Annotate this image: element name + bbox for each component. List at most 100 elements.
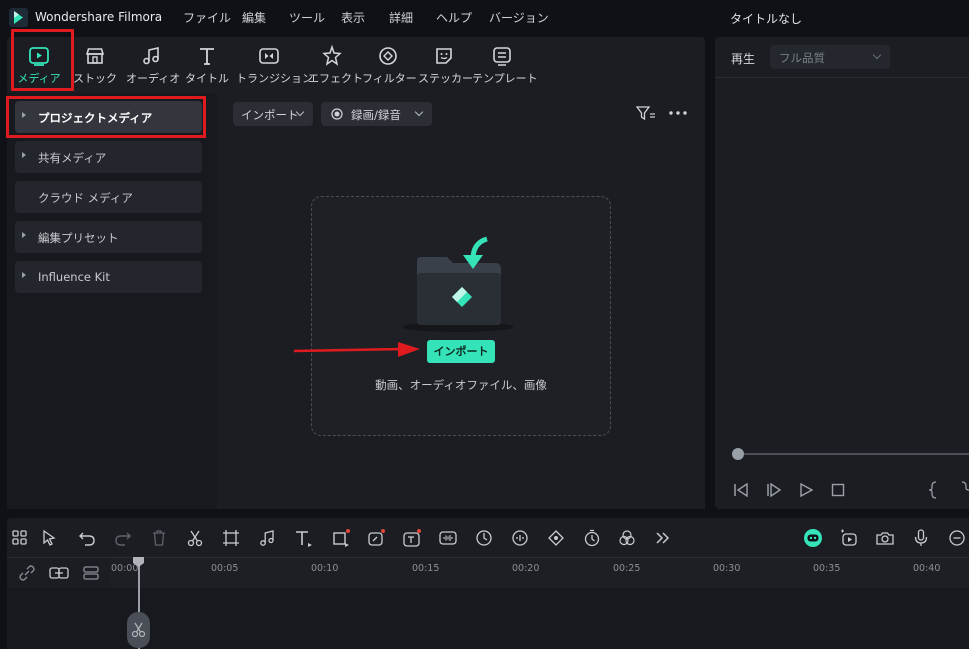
ruler-tick-label: 00:15 [412,563,440,574]
expand-arrow-icon [22,152,26,158]
speed-icon[interactable] [474,528,494,548]
annotation-arrow-icon [294,340,422,360]
undo-icon[interactable] [77,528,97,548]
sidebar-item-label: Influence Kit [38,270,110,284]
snapshot-camera-icon[interactable] [875,528,895,548]
sidebar-item-edit-presets[interactable]: 編集プリセット [15,221,202,253]
cut-scissors-icon[interactable] [185,528,205,548]
tab-stock-label: ストック [73,72,117,85]
menu-edit[interactable]: 編集 [242,9,266,26]
split-scissors-icon [131,622,146,638]
timeline-track-area[interactable] [7,588,969,649]
menu-view[interactable]: 表示 [341,9,365,26]
voice-change-icon[interactable] [510,528,530,548]
color-match-icon[interactable] [617,528,637,548]
menu-help[interactable]: ヘルプ [436,9,472,26]
tab-stock[interactable]: ストック [72,42,118,90]
preview-progress-handle[interactable] [732,448,744,460]
stop-icon[interactable] [831,483,845,497]
tab-template[interactable]: テンプレート [472,42,538,90]
sidebar-item-label: クラウド メディア [38,191,133,205]
playhead-split-handle[interactable] [127,612,150,648]
audio-edit-icon[interactable] [257,528,277,548]
menu-version[interactable]: バージョン [489,9,549,26]
record-dropdown[interactable]: 録画/録音 [321,102,432,126]
more-tools-chevron-icon[interactable] [653,528,673,548]
player-label: 再生 [731,52,756,66]
timer-icon[interactable] [582,528,602,548]
tab-effect[interactable]: エフェクト [308,42,363,90]
sidebar-item-influence-kit[interactable]: Influence Kit [15,261,202,293]
filter-sort-icon[interactable] [636,105,656,121]
preview-panel [715,37,969,509]
unlink-icon[interactable] [18,564,36,582]
mark-in-icon[interactable] [928,481,938,499]
track-manage-icon[interactable] [82,565,100,581]
ruler-tick-label: 00:40 [913,563,941,574]
tab-sticker[interactable]: ステッカー [418,42,473,90]
shape-tool-icon[interactable] [331,528,351,548]
audio-waveform-icon[interactable] [438,528,458,548]
tab-title[interactable]: タイトル [184,42,230,90]
more-options-icon[interactable] [669,111,687,115]
sidebar-item-label: 共有メディア [38,151,107,165]
preview-progress-track[interactable] [737,453,969,455]
text-tool-icon[interactable] [293,528,313,548]
sidebar-item-shared-media[interactable]: 共有メディア [15,141,202,173]
menu-tools[interactable]: ツール [289,9,325,26]
sidebar-item-label: 編集プリセット [38,231,119,245]
ruler-tick-label: 00:05 [211,563,239,574]
microphone-icon[interactable] [911,528,931,548]
effect-icon [320,44,344,68]
tab-title-label: タイトル [185,72,229,85]
project-media-highlight-box [6,96,206,138]
ai-text-icon[interactable] [402,528,422,548]
sidebar-item-cloud-media[interactable]: クラウド メディア [15,181,202,213]
import-dropdown-label: インポート [241,108,299,122]
sticker-icon [432,44,456,68]
project-title: タイトルなし [730,12,803,26]
play-icon[interactable] [799,483,813,497]
ruler-tick-label: 00:35 [813,563,841,574]
ruler-tick-label: 00:00 [111,563,139,574]
select-pointer-icon[interactable] [40,528,60,548]
tab-filter[interactable]: フィルター [362,42,417,90]
ruler-tick-label: 00:30 [713,563,741,574]
app-name: Wondershare Filmora [35,10,163,24]
next-frame-icon[interactable] [766,483,782,497]
layout-grid-icon[interactable] [10,528,30,548]
link-track-icon[interactable] [49,565,69,581]
tab-sticker-label: ステッカー [418,72,473,85]
redo-icon[interactable] [113,528,133,548]
zoom-out-icon[interactable] [947,528,967,548]
title-icon [195,44,219,68]
mark-out-icon[interactable] [961,481,969,499]
tab-audio-label: オーディオ [126,72,181,85]
previous-frame-icon[interactable] [733,483,749,497]
tab-audio[interactable]: オーディオ [126,42,181,90]
ai-assistant-icon[interactable] [803,528,823,548]
expand-arrow-icon [22,272,26,278]
crop-icon[interactable] [221,528,241,548]
auto-highlight-icon[interactable] [839,528,859,548]
menu-advanced[interactable]: 詳細 [389,9,413,26]
tab-filter-label: フィルター [362,72,417,85]
expand-arrow-icon [22,232,26,238]
drop-zone-hint: 動画、オーディオファイル、画像 [375,378,547,392]
quality-dropdown[interactable]: フル品質 [770,45,890,69]
delete-icon[interactable] [149,528,169,548]
menu-file[interactable]: ファイル [183,9,231,26]
ai-smart-cutout-icon[interactable] [366,528,386,548]
template-icon [490,44,514,68]
tab-transition-label: トランジション [236,72,313,85]
filter-icon [376,44,400,68]
import-button[interactable]: インポート [427,340,495,363]
quality-dropdown-value: フル品質 [779,51,825,65]
import-dropdown[interactable]: インポート [233,102,313,126]
media-tab-highlight-box [11,29,74,91]
tab-transition[interactable]: トランジション [236,42,313,90]
stock-icon [83,44,107,68]
keyframe-icon[interactable] [546,528,566,548]
import-folder-icon [403,235,513,335]
tab-effect-label: エフェクト [308,72,363,85]
